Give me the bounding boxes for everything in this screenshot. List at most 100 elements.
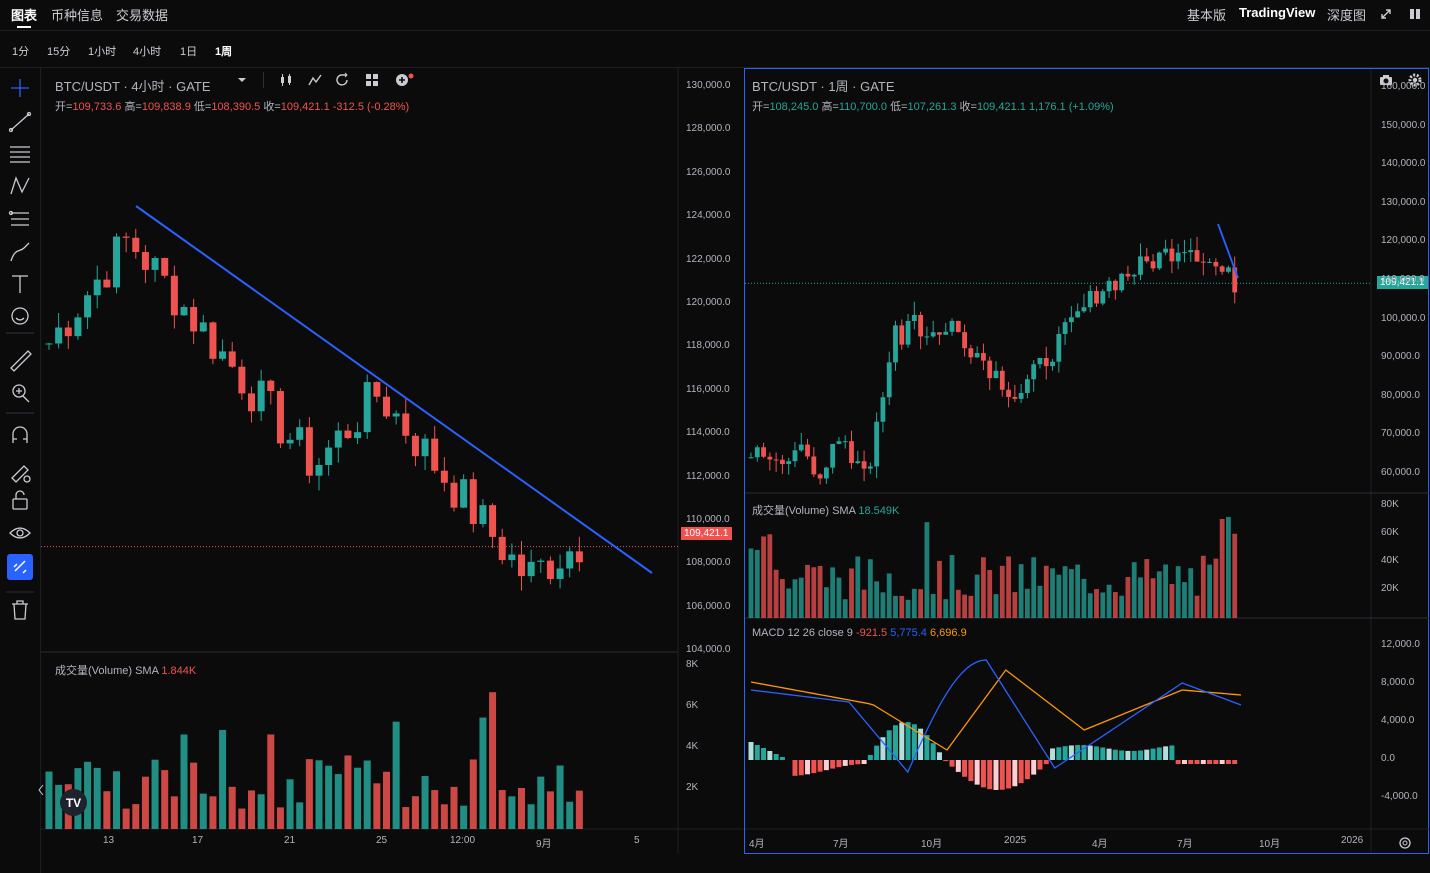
candle (64, 327, 72, 337)
volume-bar (1232, 533, 1238, 618)
left-price-tick: 104,000.0 (686, 644, 731, 656)
candle (999, 370, 1005, 390)
macd-histogram-bar (1100, 747, 1106, 760)
left-chart[interactable] (41, 68, 743, 854)
macd-histogram-bar (855, 760, 861, 765)
candle (363, 382, 371, 433)
volume-bar (767, 534, 773, 618)
left-price-tick: 126,000.0 (686, 166, 731, 178)
timeframe-1m[interactable]: 1分 (12, 43, 29, 59)
right-time-tick: 2025 (1004, 835, 1027, 846)
timeframe-1h[interactable]: 1小时 (88, 43, 116, 59)
left-price-tick: 108,000.0 (686, 557, 731, 569)
candle (1050, 361, 1055, 367)
candle (460, 479, 468, 508)
tradingview-button[interactable]: TradingView (1239, 5, 1315, 20)
left-time-tick: 12:00 (450, 835, 476, 846)
candle (918, 314, 924, 337)
macd-histogram-bar (874, 745, 880, 760)
volume-bar (219, 729, 227, 829)
volume-bar (93, 767, 101, 829)
candle (141, 252, 149, 270)
candle (103, 279, 111, 288)
tab-trade-data[interactable]: 交易数据 (116, 5, 168, 24)
volume-bar (1150, 578, 1156, 618)
active-tab-indicator (17, 26, 31, 28)
macd-histogram-bar (886, 730, 892, 760)
volume-bar (836, 577, 842, 618)
depth-chart-button[interactable]: 深度图 (1327, 5, 1366, 24)
expand-icon[interactable] (1379, 7, 1393, 21)
volume-bar (286, 779, 294, 829)
settings-icon[interactable] (1397, 835, 1413, 851)
left-volume-tick: 4K (686, 741, 699, 752)
volume-bar (1169, 584, 1175, 618)
volume-bar (113, 771, 120, 829)
macd-histogram-bar (1181, 760, 1187, 764)
volume-bar (880, 592, 886, 618)
layout-icon[interactable] (1408, 7, 1422, 21)
candle (267, 380, 275, 392)
left-chart-title: BTC/USDT · 4小时 · GATE (55, 79, 211, 94)
candle (305, 427, 313, 476)
macd-histogram-bar (754, 745, 760, 760)
volume-bar (773, 569, 779, 618)
right-price-tick: 100,000.0 (1381, 312, 1426, 324)
macd-histogram-bar (1232, 760, 1238, 764)
candle (1226, 267, 1231, 272)
timeframe-1w[interactable]: 1周 (215, 43, 232, 59)
drawing-tools-icons (6, 79, 34, 620)
volume-bar (849, 568, 854, 618)
macd-histogram-bar (867, 754, 873, 760)
macd-histogram-bar (1050, 748, 1056, 760)
candle (786, 461, 792, 465)
left-time-tick: 13 (103, 835, 115, 846)
macd-histogram-bar (767, 751, 773, 760)
magnet-icon (12, 426, 28, 443)
volume-bar (830, 567, 836, 618)
timeframe-1d[interactable]: 1日 (180, 43, 197, 59)
candle (132, 237, 140, 253)
candle (113, 236, 120, 288)
candle (276, 391, 284, 444)
candle (228, 351, 236, 367)
macd-histogram-bar (1094, 746, 1100, 760)
macd-histogram-bar (1156, 747, 1162, 760)
macd-histogram-bar (1194, 760, 1200, 764)
volume-bar (305, 759, 313, 829)
volume-bar (132, 804, 140, 829)
macd-histogram-bar (1056, 747, 1062, 760)
candle (402, 413, 410, 436)
tab-chart[interactable]: 图表 (11, 5, 37, 24)
trash-icon (12, 600, 28, 620)
eye-icon (9, 527, 31, 539)
basic-view-button[interactable]: 基本版 (1187, 5, 1226, 24)
candle (949, 320, 955, 332)
right-time-tick: 4月 (1092, 839, 1108, 850)
candle (315, 464, 323, 476)
candle (161, 258, 169, 276)
candle (1068, 317, 1074, 323)
candle (974, 353, 980, 358)
candle (55, 327, 63, 344)
trendline-drawing (135, 205, 653, 574)
tradingview-logo[interactable]: TV (60, 789, 87, 816)
candle (1138, 256, 1143, 275)
tab-coin-info[interactable]: 币种信息 (51, 5, 103, 24)
volume-bar (899, 595, 905, 618)
volume-bar (968, 595, 974, 618)
left-price-tick: 128,000.0 (686, 123, 731, 135)
candle (1188, 250, 1194, 253)
macd-tick: -4,000.0 (1381, 791, 1418, 802)
candle (180, 307, 188, 316)
timeframe-15m[interactable]: 15分 (47, 43, 70, 59)
right-chart[interactable] (745, 69, 1429, 853)
candle (1182, 252, 1187, 254)
macd-histogram-bar (773, 754, 779, 760)
volume-bar (905, 599, 911, 618)
timeframe-4h[interactable]: 4小时 (133, 43, 161, 59)
collapse-arrow-icon[interactable] (37, 783, 45, 797)
macd-histogram-bar (805, 760, 811, 775)
candle (943, 331, 949, 335)
candle (1163, 248, 1169, 253)
